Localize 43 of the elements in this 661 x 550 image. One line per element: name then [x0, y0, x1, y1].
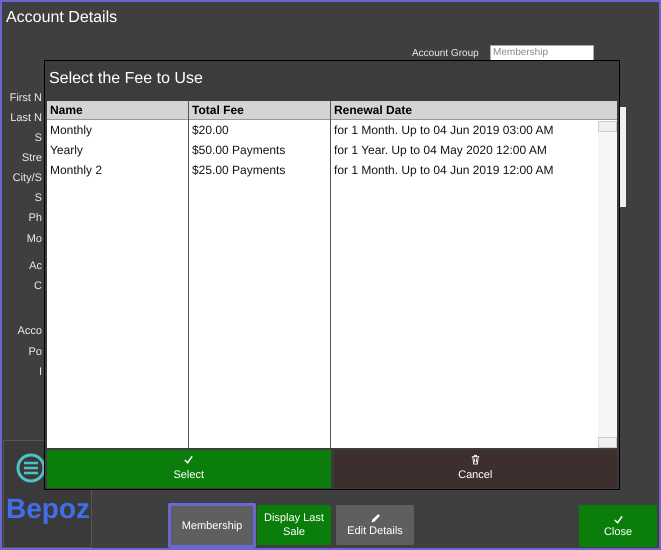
pencil-icon: [370, 512, 380, 524]
field-label: Ac: [29, 259, 42, 274]
table-cell-text: Monthly 2: [49, 162, 104, 179]
scroll-down-button[interactable]: [598, 437, 617, 448]
action-button[interactable]: Membership: [168, 503, 256, 548]
field-label: C: [34, 279, 42, 294]
action-button[interactable]: Edit Details: [336, 505, 414, 545]
table-cell-text: for 1 Month. Up to 04 Jun 2019 03:00 AM: [333, 122, 554, 139]
field-label: S: [34, 191, 42, 206]
window-title: Account Details: [6, 8, 118, 28]
column-header[interactable]: Total Fee: [189, 101, 330, 120]
field-label: Last N: [10, 111, 42, 126]
field-label: Mo: [26, 232, 42, 247]
dialog-button[interactable]: Cancel: [334, 450, 617, 488]
check-icon: [612, 514, 624, 524]
field-label: City/S: [12, 171, 42, 186]
field-label: Po: [28, 345, 42, 360]
field-label: Acco: [18, 324, 42, 339]
check-icon: [183, 454, 194, 466]
scroll-up-button[interactable]: [598, 121, 617, 132]
field-label: S: [34, 131, 42, 146]
field-label: Stre: [22, 151, 42, 166]
field-label: Ph: [28, 211, 42, 226]
scrollbar[interactable]: [598, 121, 617, 448]
action-button[interactable]: Display Last Sale: [257, 505, 331, 545]
dialog-title: Select the Fee to Use: [48, 69, 204, 89]
field-label: I: [38, 365, 42, 380]
field-label: Account Group: [412, 48, 479, 59]
table-cell-text: for 1 Year. Up to 04 May 2020 12:00 AM: [333, 142, 548, 159]
table-cell-text: Monthly: [49, 122, 94, 139]
trash-icon: [470, 454, 481, 466]
action-button[interactable]: Close: [579, 505, 657, 547]
table-cell-text: for 1 Month. Up to 04 Jun 2019 12:00 AM: [333, 162, 554, 179]
menu-icon[interactable]: [16, 453, 46, 483]
table-cell-text: $50.00 Payments: [191, 142, 286, 159]
table-cell-text: $20.00: [191, 122, 230, 139]
column-header[interactable]: Name: [47, 101, 188, 120]
dialog-button[interactable]: Select: [47, 450, 330, 488]
table-cell-text: $25.00 Payments: [191, 162, 286, 179]
table-cell-text: Yearly: [49, 142, 84, 159]
column-header[interactable]: Renewal Date: [331, 101, 617, 120]
field-label: First N: [10, 91, 42, 106]
logo-text: Bepoz: [6, 493, 90, 525]
